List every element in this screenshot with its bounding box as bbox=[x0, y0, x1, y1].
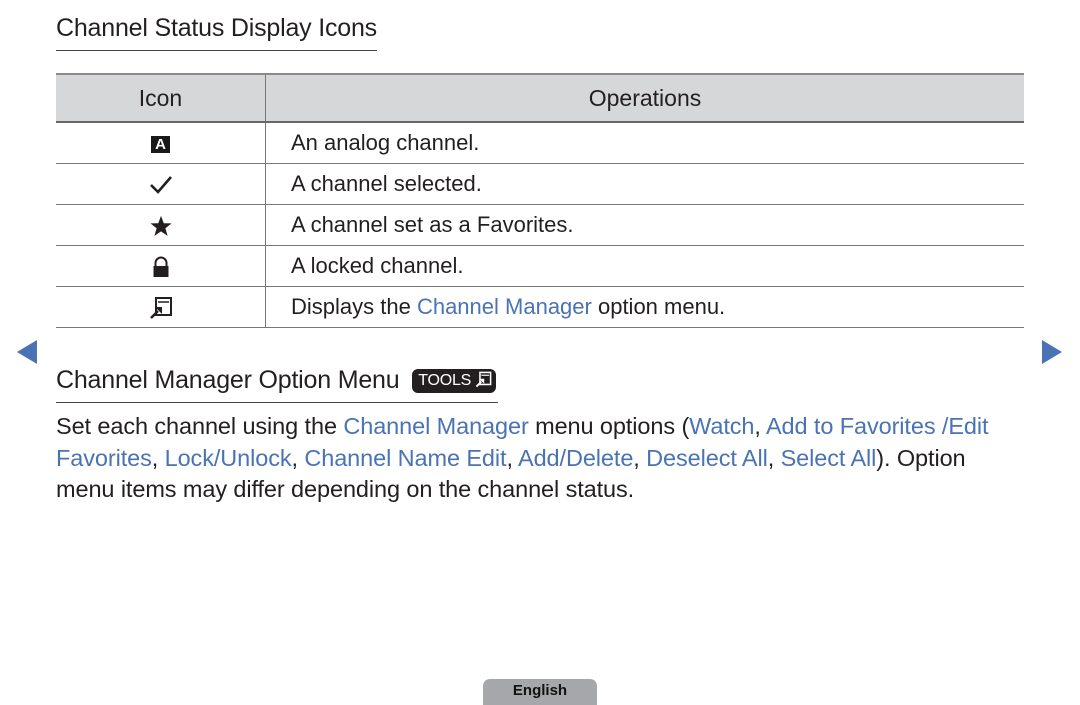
menu-term-link[interactable]: Add/Delete bbox=[518, 445, 633, 471]
menu-term-link[interactable]: Lock/Unlock bbox=[165, 445, 292, 471]
text-fragment: A channel selected. bbox=[291, 171, 482, 196]
text-fragment: menu options ( bbox=[528, 413, 690, 439]
text-fragment: , bbox=[767, 444, 781, 471]
operation-cell: An analog channel. bbox=[265, 122, 1024, 164]
icon-cell bbox=[56, 163, 266, 205]
menu-term-link[interactable]: Channel Manager bbox=[417, 294, 592, 319]
operation-cell: A channel selected. bbox=[265, 163, 1024, 205]
checkmark-icon bbox=[149, 176, 172, 195]
text-fragment: , bbox=[633, 444, 647, 471]
menu-term-link[interactable]: Channel Manager bbox=[343, 413, 528, 439]
star-icon bbox=[149, 216, 172, 237]
icon-cell bbox=[56, 245, 266, 287]
section-title-channel-status: Channel Status Display Icons bbox=[56, 12, 377, 51]
section-title-text: Channel Manager Option Menu bbox=[56, 366, 400, 394]
text-fragment: , bbox=[151, 444, 165, 471]
tools-button-badge: TOOLS bbox=[412, 369, 497, 393]
menu-term-link[interactable]: Channel Name Edit bbox=[304, 445, 506, 471]
icon-cell bbox=[56, 286, 266, 328]
text-fragment: option menu. bbox=[591, 294, 726, 319]
table-row: A channel set as a Favorites. bbox=[56, 204, 1024, 246]
text-fragment: , bbox=[506, 444, 519, 471]
language-tab[interactable]: English bbox=[483, 679, 597, 705]
option-menu-description: Set each channel using the Channel Manag… bbox=[56, 411, 1016, 506]
text-fragment: , bbox=[754, 413, 766, 439]
text-fragment: Displays the bbox=[291, 294, 417, 319]
text-fragment: A channel set as a Favorites. bbox=[291, 212, 574, 237]
tools-badge-label: TOOLS bbox=[418, 372, 472, 389]
menu-term-link[interactable]: Deselect All bbox=[646, 445, 768, 471]
channel-status-icons-table: Icon Operations A An analog channel. A c… bbox=[56, 73, 1024, 328]
text-fragment: Set each channel using the bbox=[56, 413, 344, 439]
lock-icon bbox=[153, 256, 168, 278]
operation-cell: A locked channel. bbox=[265, 245, 1024, 287]
tools-menu-icon bbox=[476, 371, 492, 388]
text-fragment: , bbox=[291, 444, 305, 471]
section-title-option-menu: Channel Manager Option Menu TOOLS bbox=[56, 364, 499, 403]
table-row: A locked channel. bbox=[56, 245, 1024, 287]
analog-a-icon: A bbox=[151, 135, 170, 153]
previous-page-arrow-icon[interactable] bbox=[17, 340, 37, 364]
operation-cell: Displays the Channel Manager option menu… bbox=[265, 286, 1024, 328]
menu-term-link[interactable]: Select All bbox=[781, 445, 877, 471]
icon-cell bbox=[56, 204, 266, 246]
menu-term-link[interactable]: Watch bbox=[689, 413, 754, 439]
icon-cell: A bbox=[56, 122, 266, 164]
table-row: A channel selected. bbox=[56, 163, 1024, 205]
text-fragment: An analog channel. bbox=[291, 130, 480, 155]
column-header-icon: Icon bbox=[56, 73, 266, 123]
column-header-operations: Operations bbox=[265, 73, 1024, 123]
text-fragment: A locked channel. bbox=[291, 253, 464, 278]
operation-cell: A channel set as a Favorites. bbox=[265, 204, 1024, 246]
table-row: A An analog channel. bbox=[56, 122, 1024, 164]
table-row: Displays the Channel Manager option menu… bbox=[56, 286, 1024, 328]
tools-menu-icon bbox=[149, 297, 172, 319]
table-header-row: Icon Operations bbox=[56, 73, 1024, 123]
next-page-arrow-icon[interactable] bbox=[1042, 340, 1062, 364]
